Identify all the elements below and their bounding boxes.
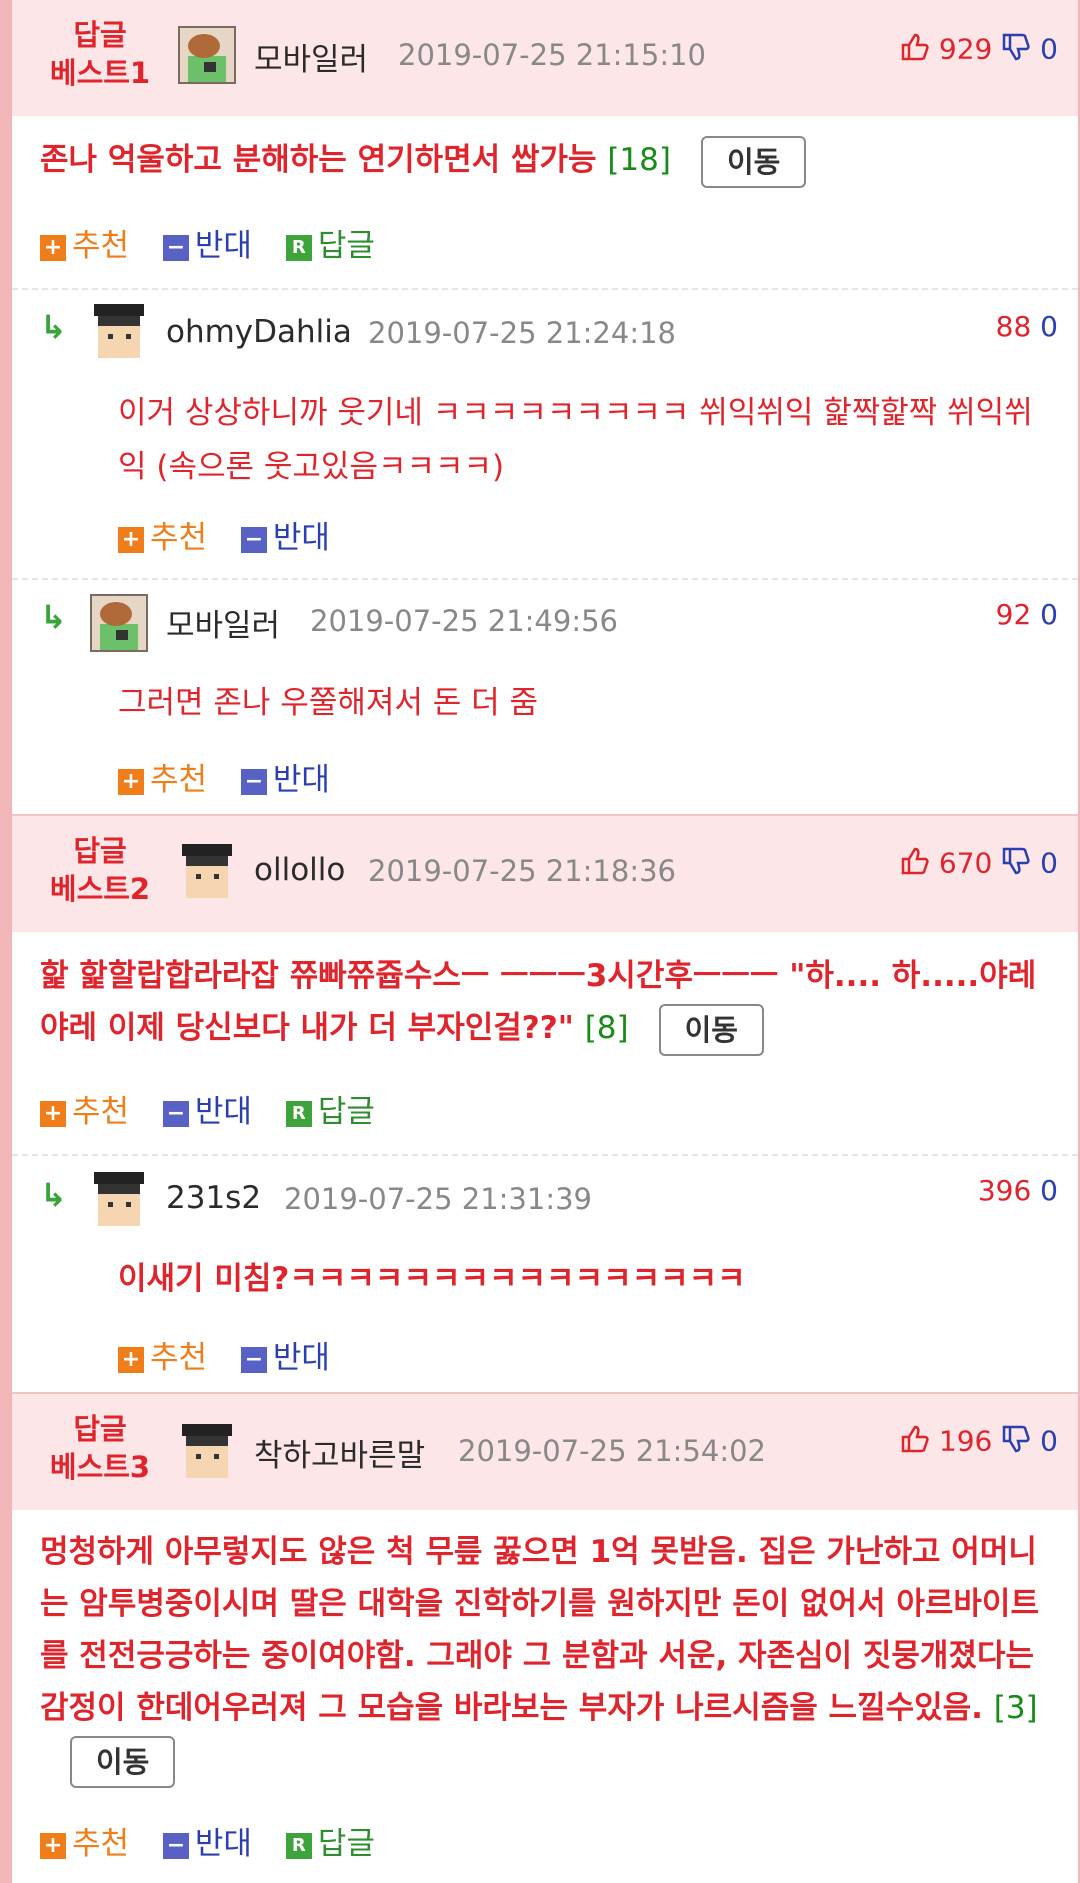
recommend-button[interactable]: + 추천	[118, 1332, 207, 1377]
minus-icon: −	[162, 1100, 189, 1127]
up-count: 670	[938, 846, 993, 880]
recommend-button[interactable]: + 추천	[118, 512, 207, 557]
timestamp: 2019-07-25 21:18:36	[368, 854, 676, 888]
oppose-button[interactable]: − 반대	[240, 754, 330, 799]
oppose-button[interactable]: − 반대	[162, 1818, 252, 1863]
best-comment-header: 답글 베스트3 착하고바른말 2019-07-25 21:54:02 196 0	[12, 1394, 1078, 1510]
reply-item: ↳ 231s2 2019-07-25 21:31:39 396 0 이새기 미침…	[12, 1154, 1078, 1394]
reply-button[interactable]: R 답글	[285, 1086, 375, 1131]
reply-item: ↳ 모바일러 2019-07-25 21:49:56 92 0 그러면 존나 우…	[12, 578, 1078, 816]
vote-counts: 92 0	[995, 598, 1058, 631]
reply-count: [8]	[584, 1010, 629, 1046]
vote-counts: 670 0	[900, 846, 1058, 883]
oppose-button[interactable]: − 반대	[240, 512, 330, 557]
comment-actions: + 추천 − 반대 R 답글	[40, 1086, 399, 1131]
reply-count: [3]	[993, 1690, 1038, 1726]
reply-actions: + 추천 − 반대	[118, 1332, 354, 1377]
timestamp: 2019-07-25 21:31:39	[284, 1182, 592, 1216]
username[interactable]: 모바일러	[254, 34, 368, 79]
up-count: 929	[938, 32, 993, 66]
username[interactable]: 231s2	[166, 1180, 261, 1216]
avatar[interactable]	[178, 26, 236, 84]
reply-button[interactable]: R 답글	[285, 1818, 375, 1863]
oppose-button[interactable]: − 반대	[240, 1332, 330, 1377]
reply-arrow-icon: ↳	[40, 1176, 67, 1214]
move-button[interactable]: 이동	[658, 1003, 764, 1056]
username[interactable]: 모바일러	[166, 600, 280, 645]
comment-list: 답글 베스트1 모바일러 2019-07-25 21:15:10 929 0 존…	[12, 0, 1078, 1883]
avatar[interactable]	[90, 1172, 148, 1230]
down-count: 0	[1040, 1424, 1058, 1458]
minus-icon: −	[240, 1346, 267, 1373]
reply-actions: + 추천 − 반대	[118, 754, 354, 799]
thumbs-up-icon[interactable]	[900, 1424, 930, 1461]
plus-icon: +	[40, 234, 66, 261]
best-comment-header: 답글 베스트1 모바일러 2019-07-25 21:15:10 929 0	[12, 0, 1078, 116]
vote-counts: 396 0	[977, 1174, 1058, 1207]
reply-icon: R	[285, 1100, 312, 1127]
reply-item: ↳ ohmyDahlia 2019-07-25 21:24:18 88 0 이거…	[12, 288, 1078, 580]
minus-icon: −	[162, 234, 189, 261]
recommend-button[interactable]: + 추천	[118, 754, 207, 799]
reply-text: 그러면 존나 우쭐해져서 돈 더 줌	[118, 685, 539, 721]
reply-text: 이거 상상하니까 웃기네 ㅋㅋㅋㅋㅋㅋㅋㅋㅋ 쒸익쒸익 핥짝핥짝 쒸익쒸익 (속…	[118, 395, 1033, 485]
best-comment-text: 멍청하게 아무렇지도 않은 척 무릎 꿇으면 1억 못받음. 집은 가난하고 어…	[40, 1526, 1058, 1788]
timestamp: 2019-07-25 21:49:56	[310, 604, 618, 638]
minus-icon: −	[240, 526, 267, 553]
reply-icon: R	[285, 1832, 312, 1859]
timestamp: 2019-07-25 21:15:10	[398, 38, 706, 72]
thumbs-down-icon[interactable]	[1001, 846, 1031, 883]
recommend-button[interactable]: + 추천	[40, 220, 129, 265]
comment-actions: + 추천 − 반대 R 답글	[40, 220, 399, 265]
avatar[interactable]	[90, 594, 148, 652]
avatar[interactable]	[178, 1424, 236, 1482]
up-count: 196	[938, 1424, 993, 1458]
avatar[interactable]	[90, 304, 148, 362]
vote-counts: 196 0	[900, 1424, 1058, 1461]
plus-icon: +	[118, 526, 144, 553]
best-label: 답글 베스트2	[49, 834, 151, 906]
vote-counts: 929 0	[900, 32, 1058, 69]
thumbs-up-icon[interactable]	[900, 32, 930, 69]
plus-icon: +	[40, 1832, 66, 1859]
down-count: 0	[1040, 846, 1058, 880]
thumbs-down-icon[interactable]	[1001, 1424, 1031, 1461]
best-label: 답글 베스트3	[49, 1412, 151, 1484]
plus-icon: +	[40, 1100, 66, 1127]
vote-counts: 88 0	[995, 310, 1058, 343]
minus-icon: −	[240, 768, 267, 795]
username[interactable]: ollollo	[254, 852, 345, 888]
best-comment-header: 답글 베스트2 ollollo 2019-07-25 21:18:36 670 …	[12, 816, 1078, 932]
reply-arrow-icon: ↳	[40, 598, 67, 636]
move-button[interactable]: 이동	[70, 1735, 176, 1788]
best-comment-text: 존나 억울하고 분해하는 연기하면서 쌉가능 [18] 이동	[40, 134, 1058, 188]
plus-icon: +	[118, 768, 144, 795]
username[interactable]: ohmyDahlia	[166, 314, 352, 350]
avatar[interactable]	[178, 844, 236, 902]
reply-arrow-icon: ↳	[40, 308, 67, 346]
reply-count: [18]	[607, 142, 671, 178]
best-label: 답글 베스트1	[49, 18, 151, 90]
move-button[interactable]: 이동	[700, 135, 807, 188]
thumbs-down-icon[interactable]	[1001, 32, 1031, 69]
reply-icon: R	[285, 234, 312, 261]
timestamp: 2019-07-25 21:24:18	[368, 316, 676, 350]
recommend-button[interactable]: + 추천	[40, 1818, 129, 1863]
oppose-button[interactable]: − 반대	[162, 1086, 252, 1131]
recommend-button[interactable]: + 추천	[40, 1086, 129, 1131]
reply-text: 이새기 미침?ㅋㅋㅋㅋㅋㅋㅋㅋㅋㅋㅋㅋㅋㅋㅋㅋ	[118, 1261, 746, 1297]
oppose-button[interactable]: − 반대	[162, 220, 252, 265]
thumbs-up-icon[interactable]	[900, 846, 930, 883]
minus-icon: −	[162, 1832, 189, 1859]
best-comment-text: 핥 핥할랍합라라잡 쮸빠쮸쥽수스ㅡ ㅡㅡㅡ3시간후ㅡㅡㅡ "하.... 하...…	[40, 950, 1058, 1056]
comment-actions: + 추천 − 반대 R 답글	[40, 1818, 399, 1863]
down-count: 0	[1040, 32, 1058, 66]
timestamp: 2019-07-25 21:54:02	[458, 1434, 766, 1468]
reply-button[interactable]: R 답글	[285, 220, 375, 265]
username[interactable]: 착하고바른말	[254, 1430, 425, 1475]
plus-icon: +	[118, 1346, 144, 1373]
reply-actions: + 추천 − 반대	[118, 512, 354, 557]
